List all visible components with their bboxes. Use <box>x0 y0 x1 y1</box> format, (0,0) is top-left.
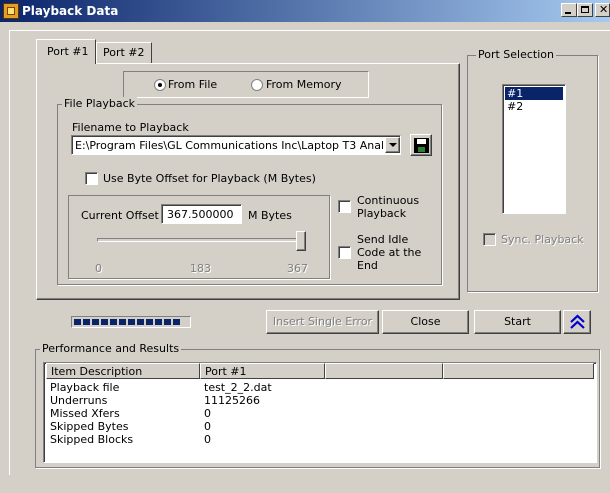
source-selector: From File From Memory <box>123 71 369 98</box>
row-port1-value: 0 <box>204 433 211 446</box>
filename-label: Filename to Playback <box>72 121 189 134</box>
collapse-button[interactable] <box>563 310 591 334</box>
performance-group-label: Performance and Results <box>40 342 182 355</box>
column-header-port1[interactable]: Port #1 <box>200 363 325 379</box>
port-selection-label: Port Selection <box>476 48 556 61</box>
from-memory-label[interactable]: From Memory <box>266 78 342 91</box>
port-listbox[interactable]: #1 #2 <box>502 84 566 214</box>
insert-single-error-button: Insert Single Error <box>266 310 379 334</box>
chevron-down-icon <box>389 143 397 147</box>
row-port1-value: 0 <box>204 420 211 433</box>
results-table[interactable]: Item Description Port #1 Playback file t… <box>43 362 597 463</box>
row-item: Underruns <box>50 394 108 407</box>
use-byte-offset-label[interactable]: Use Byte Offset for Playback (M Bytes) <box>103 172 316 185</box>
row-port1-value: 11125266 <box>204 394 260 407</box>
progress-bar-fill <box>74 319 180 325</box>
tab-port-1[interactable]: Port #1 <box>36 39 96 64</box>
from-memory-radio[interactable] <box>251 79 263 91</box>
offset-slider-track[interactable] <box>97 238 306 242</box>
continuous-playback-checkbox[interactable] <box>338 200 351 213</box>
progress-bar <box>71 316 191 328</box>
save-file-button[interactable] <box>410 134 432 156</box>
send-idle-code-checkbox[interactable] <box>338 246 351 259</box>
close-icon: ✕ <box>599 3 609 16</box>
column-header-3[interactable] <box>325 363 443 379</box>
slider-min-label: 0 <box>95 262 102 275</box>
from-file-label[interactable]: From File <box>168 78 217 91</box>
current-offset-value: 367.500000 <box>167 208 234 221</box>
port-list-item-2[interactable]: #2 <box>507 100 523 113</box>
current-offset-input[interactable]: 367.500000 <box>161 204 242 224</box>
use-byte-offset-checkbox[interactable] <box>85 172 98 185</box>
start-button[interactable]: Start <box>474 310 561 334</box>
maximize-icon <box>581 6 589 13</box>
send-idle-code-label[interactable]: Send Idle Code at the End <box>357 233 437 272</box>
double-chevron-up-icon <box>570 314 585 329</box>
row-item: Missed Xfers <box>50 407 120 420</box>
tab-port-2-label: Port #2 <box>103 46 145 59</box>
slider-max-label: 367 <box>287 262 308 275</box>
row-item: Playback file <box>50 381 120 394</box>
offset-unit-label: M Bytes <box>248 209 292 222</box>
filename-dropdown-button[interactable] <box>385 137 400 153</box>
row-item: Skipped Blocks <box>50 433 134 446</box>
close-button[interactable]: Close <box>382 310 469 334</box>
row-port1-value: 0 <box>204 407 211 420</box>
offset-slider-thumb[interactable] <box>296 231 306 251</box>
row-port1-value: test_2_2.dat <box>204 381 272 394</box>
window-title: Playback Data <box>22 4 119 18</box>
column-header-4[interactable] <box>443 363 594 379</box>
title-bar[interactable]: Playback Data ✕ <box>0 0 610 22</box>
floppy-disk-icon <box>414 138 429 153</box>
current-offset-label: Current Offset <box>81 209 159 222</box>
minimize-button[interactable] <box>561 3 577 17</box>
sync-playback-checkbox <box>483 233 496 246</box>
from-file-radio[interactable] <box>154 79 166 91</box>
sync-playback-label: Sync. Playback <box>501 233 584 246</box>
column-header-item[interactable]: Item Description <box>46 363 200 379</box>
filename-combobox[interactable]: E:\Program Files\GL Communications Inc\L… <box>71 135 401 155</box>
tab-port-1-label: Port #1 <box>47 45 89 58</box>
tab-port-2[interactable]: Port #2 <box>96 42 152 64</box>
continuous-playback-label[interactable]: Continuous Playback <box>357 194 437 220</box>
app-icon <box>3 3 19 19</box>
filename-value: E:\Program Files\GL Communications Inc\L… <box>75 139 383 152</box>
close-window-button[interactable]: ✕ <box>595 3 610 17</box>
slider-mid-label: 183 <box>190 262 211 275</box>
file-playback-group-label: File Playback <box>62 97 137 110</box>
row-item: Skipped Bytes <box>50 420 129 433</box>
port-list-item-1[interactable]: #1 <box>505 87 563 100</box>
maximize-button[interactable] <box>577 3 593 17</box>
minimize-icon <box>565 12 571 14</box>
